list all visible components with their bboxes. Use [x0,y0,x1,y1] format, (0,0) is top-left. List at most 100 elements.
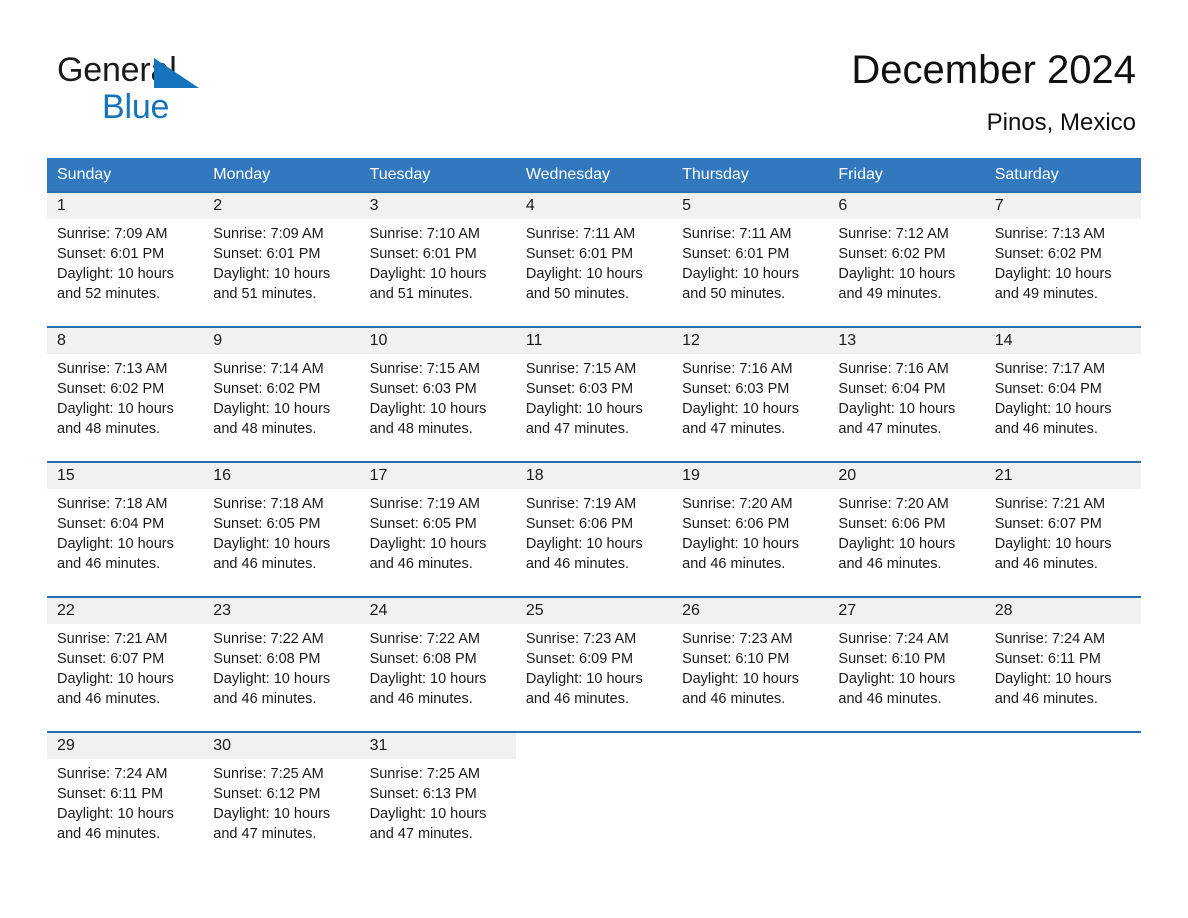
sunrise-text: Sunrise: 7:20 AM [838,496,949,512]
page-subtitle-location: Pinos, Mexico [986,109,1136,136]
day-cell[interactable]: 4 Sunrise: 7:11 AM Sunset: 6:01 PM Daylight… [515,193,673,326]
sunset-text: Sunset: 6:01 PM [682,246,790,262]
day-cell-empty [828,733,985,858]
daylight-text-line2: and 46 minutes. [369,556,473,572]
day-number: 19 [682,467,700,484]
sunset-text: Sunset: 6:06 PM [525,516,634,532]
day-cell[interactable]: 23 Sunrise: 7:22 AM Sunset: 6:08 PM Dayligh… [203,598,360,731]
day-cell[interactable]: 28 Sunrise: 7:24 AM Sunset: 6:11 PM Dayligh… [984,598,1141,731]
day-cell[interactable]: 6 Sunrise: 7:12 AM Sunset: 6:02 PM Daylight… [828,193,985,326]
day-cell[interactable]: 5 Sunrise: 7:11 AM Sunset: 6:01 PM Daylight… [672,193,829,326]
sunrise-text: Sunrise: 7:16 AM [838,361,949,377]
day-cell[interactable]: 10 Sunrise: 7:15 AM Sunset: 6:03 PM Dayligh… [359,328,516,461]
day-cell[interactable]: 12 Sunrise: 7:16 AM Sunset: 6:03 PM Dayligh… [672,328,829,461]
generalblue-logo[interactable]: General Blue [57,52,357,132]
day-cell[interactable]: 31 Sunrise: 7:25 AM Sunset: 6:13 PM Dayligh… [359,733,516,858]
sunrise-text: Sunrise: 7:25 AM [213,766,324,782]
day-cell[interactable]: 13 Sunrise: 7:16 AM Sunset: 6:04 PM Dayligh… [828,328,985,461]
sunrise-text: Sunrise: 7:25 AM [369,766,480,782]
day-cell[interactable]: 14 Sunrise: 7:17 AM Sunset: 6:04 PM Dayligh… [984,328,1141,461]
day-cell[interactable]: 3 Sunrise: 7:10 AM Sunset: 6:01 PM Daylight… [359,193,516,326]
day-cell[interactable]: 2 Sunrise: 7:09 AM Sunset: 6:01 PM Daylight… [203,193,360,326]
day-number: 22 [57,602,75,619]
sunset-text: Sunset: 6:01 PM [213,246,321,262]
daylight-text-line1: Daylight: 10 hours [994,401,1112,417]
sunset-text: Sunset: 6:06 PM [682,516,790,532]
sunset-text: Sunset: 6:11 PM [994,651,1101,667]
day-cell[interactable]: 20 Sunrise: 7:20 AM Sunset: 6:06 PM Dayligh… [828,463,985,596]
day-cell[interactable]: 26 Sunrise: 7:23 AM Sunset: 6:10 PM Dayligh… [672,598,829,731]
daylight-text-line2: and 48 minutes. [213,421,317,437]
sunset-text: Sunset: 6:02 PM [994,246,1102,262]
day-cell[interactable]: 19 Sunrise: 7:20 AM Sunset: 6:06 PM Dayligh… [672,463,829,596]
daylight-text-line1: Daylight: 10 hours [525,401,643,417]
day-cell[interactable]: 15 Sunrise: 7:18 AM Sunset: 6:04 PM Dayligh… [47,463,204,596]
calendar-week-row: 1 Sunrise: 7:09 AM Sunset: 6:01 PM Daylight… [47,191,1141,326]
daylight-text-line1: Daylight: 10 hours [838,536,956,552]
daylight-text-line1: Daylight: 10 hours [682,536,799,552]
day-cell[interactable]: 11 Sunrise: 7:15 AM Sunset: 6:03 PM Dayligh… [515,328,673,461]
sunrise-text: Sunrise: 7:22 AM [369,631,480,647]
daylight-text-line1: Daylight: 10 hours [369,671,487,687]
daylight-text-line2: and 50 minutes. [682,286,786,302]
day-number: 7 [994,197,1004,214]
calendar-week-row: 8 Sunrise: 7:13 AM Sunset: 6:02 PM Daylight… [47,326,1141,461]
day-number: 12 [682,332,700,349]
day-number: 9 [213,332,223,349]
day-cell[interactable]: 1 Sunrise: 7:09 AM Sunset: 6:01 PM Daylight… [47,193,204,326]
day-number: 24 [369,602,388,619]
weekday-header-row: Sunday Monday Tuesday Wednesday Thursday… [47,158,1141,191]
day-cell[interactable]: 30 Sunrise: 7:25 AM Sunset: 6:12 PM Dayligh… [203,733,360,858]
daylight-text-line1: Daylight: 10 hours [525,536,643,552]
sunrise-text: Sunrise: 7:23 AM [525,631,637,647]
logo-word-blue: Blue [102,88,170,126]
calendar-grid: Sunday Monday Tuesday Wednesday Thursday… [47,158,1141,858]
daylight-text-line2: and 46 minutes. [838,556,942,572]
daylight-text-line2: and 49 minutes. [838,286,942,302]
day-cell[interactable]: 22 Sunrise: 7:21 AM Sunset: 6:07 PM Dayligh… [47,598,204,731]
weekday-header-tuesday: Tuesday [369,166,431,183]
sunrise-text: Sunrise: 7:19 AM [525,496,637,512]
day-cell[interactable]: 21 Sunrise: 7:21 AM Sunset: 6:07 PM Dayligh… [984,463,1141,596]
day-number: 18 [525,467,544,484]
daylight-text-line1: Daylight: 10 hours [525,671,643,687]
daylight-text-line1: Daylight: 10 hours [213,536,331,552]
day-cell[interactable]: 18 Sunrise: 7:19 AM Sunset: 6:06 PM Dayligh… [515,463,673,596]
day-cell[interactable]: 27 Sunrise: 7:24 AM Sunset: 6:10 PM Dayligh… [828,598,985,731]
daylight-text-line1: Daylight: 10 hours [682,266,799,282]
sunrise-text: Sunrise: 7:11 AM [682,226,792,242]
day-cell[interactable]: 24 Sunrise: 7:22 AM Sunset: 6:08 PM Dayligh… [359,598,516,731]
day-cell[interactable]: 16 Sunrise: 7:18 AM Sunset: 6:05 PM Dayligh… [203,463,360,596]
sunset-text: Sunset: 6:03 PM [525,381,634,397]
daylight-text-line2: and 48 minutes. [57,421,161,437]
weekday-header-saturday: Saturday [994,166,1059,183]
sunrise-text: Sunrise: 7:17 AM [994,361,1106,377]
sunset-text: Sunset: 6:12 PM [213,786,321,802]
day-number: 20 [838,467,857,484]
day-cell[interactable]: 9 Sunrise: 7:14 AM Sunset: 6:02 PM Daylight… [203,328,360,461]
daylight-text-line1: Daylight: 10 hours [213,671,331,687]
daylight-text-line2: and 51 minutes. [213,286,317,302]
daylight-text-line2: and 46 minutes. [525,556,630,572]
logo-word-general: General [57,51,177,89]
day-number: 14 [994,332,1013,349]
daylight-text-line2: and 48 minutes. [369,421,473,437]
page-title: December 2024 [851,48,1136,92]
daylight-text-line1: Daylight: 10 hours [213,401,331,417]
sunrise-text: Sunrise: 7:20 AM [682,496,793,512]
sunset-text: Sunset: 6:02 PM [838,246,946,262]
sunrise-text: Sunrise: 7:13 AM [994,226,1106,242]
day-cell[interactable]: 7 Sunrise: 7:13 AM Sunset: 6:02 PM Daylight… [984,193,1141,326]
day-cell[interactable]: 29 Sunrise: 7:24 AM Sunset: 6:11 PM Dayligh… [47,733,204,858]
day-cell[interactable]: 17 Sunrise: 7:19 AM Sunset: 6:05 PM Dayligh… [359,463,516,596]
day-cell[interactable]: 25 Sunrise: 7:23 AM Sunset: 6:09 PM Dayligh… [515,598,673,731]
title-block: December 2024 Pinos, Mexico [851,46,1136,138]
sunset-text: Sunset: 6:01 PM [369,246,477,262]
daylight-text-line2: and 46 minutes. [682,556,786,572]
day-cell[interactable]: 8 Sunrise: 7:13 AM Sunset: 6:02 PM Daylight… [47,328,204,461]
day-number: 2 [213,197,223,214]
daylight-text-line1: Daylight: 10 hours [525,266,643,282]
sunset-text: Sunset: 6:03 PM [369,381,477,397]
daylight-text-line2: and 50 minutes. [525,286,630,302]
sunset-text: Sunset: 6:05 PM [369,516,477,532]
